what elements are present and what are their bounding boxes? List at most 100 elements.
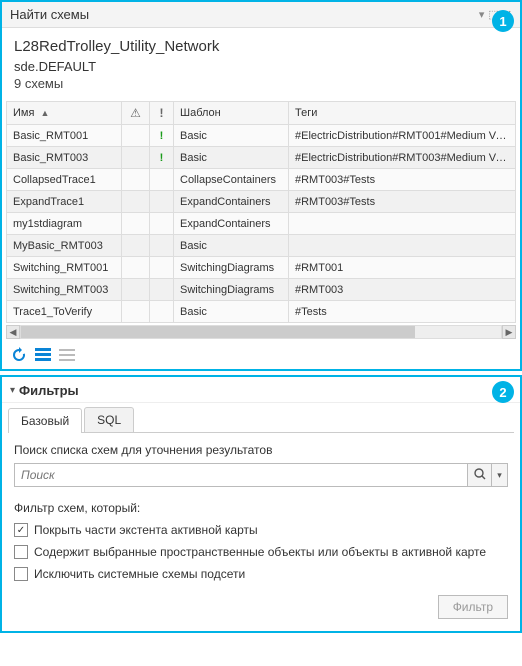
cell-warning bbox=[122, 257, 150, 279]
cell-template: Basic bbox=[174, 125, 289, 147]
checkbox-row-extent[interactable]: ✓ Покрыть части экстента активной карты bbox=[14, 523, 508, 537]
cell-tags: #RMT003#Tests bbox=[289, 169, 516, 191]
cell-name: my1stdiagram bbox=[7, 213, 122, 235]
inconsistent-icon: ! bbox=[160, 130, 164, 142]
checkbox-selected-label: Содержит выбранные пространственные объе… bbox=[34, 545, 486, 559]
chevron-down-icon: ▾ bbox=[497, 470, 502, 481]
table-row[interactable]: Basic_RMT003!Basic#ElectricDistribution#… bbox=[7, 147, 516, 169]
cell-warning bbox=[122, 169, 150, 191]
cell-tags: #ElectricDistribution#RMT001#Medium Volt… bbox=[289, 125, 516, 147]
col-header-consistency[interactable]: ! bbox=[150, 102, 174, 125]
cell-name: ExpandTrace1 bbox=[7, 191, 122, 213]
cell-template: SwitchingDiagrams bbox=[174, 257, 289, 279]
inconsistent-icon: ! bbox=[160, 152, 164, 164]
filter-button-row: Фильтр bbox=[14, 589, 508, 619]
find-diagrams-panel: 1 Найти схемы ▾ ⬚ ✕ L28RedTrolley_Utilit… bbox=[0, 0, 522, 371]
cell-warning bbox=[122, 301, 150, 323]
cell-tags bbox=[289, 213, 516, 235]
header-section: L28RedTrolley_Utility_Network sde.DEFAUL… bbox=[2, 28, 520, 101]
filter-tabs: Базовый SQL bbox=[8, 407, 514, 433]
scroll-track[interactable] bbox=[20, 325, 502, 339]
cell-name: Switching_RMT003 bbox=[7, 279, 122, 301]
col-header-name[interactable]: Имя ▲ bbox=[7, 102, 122, 125]
scroll-thumb[interactable] bbox=[21, 326, 415, 338]
search-button[interactable] bbox=[468, 463, 492, 487]
view-list-button[interactable] bbox=[58, 347, 76, 363]
checkbox-row-selected[interactable]: Содержит выбранные пространственные объе… bbox=[14, 545, 508, 559]
table-row[interactable]: Basic_RMT001!Basic#ElectricDistribution#… bbox=[7, 125, 516, 147]
search-icon bbox=[474, 468, 486, 483]
col-header-template[interactable]: Шаблон bbox=[174, 102, 289, 125]
scroll-left-arrow[interactable]: ◀ bbox=[6, 325, 20, 339]
titlebar: Найти схемы ▾ ⬚ ✕ bbox=[2, 2, 520, 28]
cell-tags bbox=[289, 235, 516, 257]
diagram-table-wrap: Имя ▲ ⚠ ! Шаблон Теги bbox=[2, 101, 520, 323]
diagram-table: Имя ▲ ⚠ ! Шаблон Теги bbox=[6, 101, 516, 323]
checkbox-extent-label: Покрыть части экстента активной карты bbox=[34, 523, 258, 537]
table-row[interactable]: my1stdiagram ExpandContainers bbox=[7, 213, 516, 235]
checkbox-exclude-label: Исключить системные схемы подсети bbox=[34, 567, 245, 581]
view-details-button[interactable] bbox=[34, 347, 52, 363]
search-dropdown-button[interactable]: ▾ bbox=[492, 463, 508, 487]
tab-basic[interactable]: Базовый bbox=[8, 408, 82, 433]
cell-tags: #RMT003 bbox=[289, 279, 516, 301]
filter-body: Поиск списка схем для уточнения результа… bbox=[2, 433, 520, 631]
callout-badge-1: 1 bbox=[492, 10, 514, 32]
cell-template: SwitchingDiagrams bbox=[174, 279, 289, 301]
sort-asc-icon: ▲ bbox=[41, 108, 50, 118]
col-header-warning[interactable]: ⚠ bbox=[122, 102, 150, 125]
version-name: sde.DEFAULT bbox=[14, 59, 508, 74]
cell-warning bbox=[122, 235, 150, 257]
cell-consistency: ! bbox=[150, 147, 174, 169]
cell-name: Basic_RMT003 bbox=[7, 147, 122, 169]
col-header-template-label: Шаблон bbox=[180, 107, 221, 119]
cell-tags: #Tests bbox=[289, 301, 516, 323]
table-row[interactable]: Trace1_ToVerifyBasic#Tests bbox=[7, 301, 516, 323]
cell-consistency bbox=[150, 301, 174, 323]
filters-title: Фильтры bbox=[19, 383, 79, 398]
checkbox-selected[interactable] bbox=[14, 545, 28, 559]
cell-name: Switching_RMT001 bbox=[7, 257, 122, 279]
warning-icon: ⚠ bbox=[130, 106, 141, 120]
diagram-count: 9 схемы bbox=[14, 76, 508, 91]
filters-panel: 2 ▾ Фильтры Базовый SQL Поиск списка схе… bbox=[0, 375, 522, 633]
col-header-tags-label: Теги bbox=[295, 107, 317, 119]
callout-badge-2: 2 bbox=[492, 381, 514, 403]
titlebar-title: Найти схемы bbox=[10, 7, 89, 22]
cell-warning bbox=[122, 279, 150, 301]
apply-filter-button[interactable]: Фильтр bbox=[438, 595, 508, 619]
cell-warning bbox=[122, 147, 150, 169]
cell-template: Basic bbox=[174, 301, 289, 323]
table-row[interactable]: Switching_RMT001SwitchingDiagrams#RMT001 bbox=[7, 257, 516, 279]
cell-template: Basic bbox=[174, 235, 289, 257]
checkbox-extent[interactable]: ✓ bbox=[14, 523, 28, 537]
table-row[interactable]: ExpandTrace1ExpandContainers#RMT003#Test… bbox=[7, 191, 516, 213]
cell-name: MyBasic_RMT003 bbox=[7, 235, 122, 257]
cell-warning bbox=[122, 125, 150, 147]
table-row[interactable]: MyBasic_RMT003 Basic bbox=[7, 235, 516, 257]
col-header-tags[interactable]: Теги bbox=[289, 102, 516, 125]
cell-consistency: ! bbox=[150, 125, 174, 147]
cell-name: CollapsedTrace1 bbox=[7, 169, 122, 191]
table-row[interactable]: CollapsedTrace1 CollapseContainers#RMT003… bbox=[7, 169, 516, 191]
cell-consistency bbox=[150, 235, 174, 257]
table-toolbar bbox=[2, 341, 520, 369]
horizontal-scrollbar[interactable]: ◀ ▶ bbox=[6, 325, 516, 339]
checkbox-exclude[interactable] bbox=[14, 567, 28, 581]
dropdown-icon[interactable]: ▾ bbox=[479, 8, 485, 21]
checkbox-row-exclude[interactable]: Исключить системные схемы подсети bbox=[14, 567, 508, 581]
table-row[interactable]: Switching_RMT003 SwitchingDiagrams#RMT003 bbox=[7, 279, 516, 301]
cell-template: ExpandContainers bbox=[174, 213, 289, 235]
cell-tags: #RMT003#Tests bbox=[289, 191, 516, 213]
refresh-button[interactable] bbox=[10, 347, 28, 363]
scroll-right-arrow[interactable]: ▶ bbox=[502, 325, 516, 339]
cell-warning bbox=[122, 191, 150, 213]
search-row: ▾ bbox=[14, 463, 508, 487]
filters-header[interactable]: ▾ Фильтры bbox=[2, 377, 520, 403]
tab-sql[interactable]: SQL bbox=[84, 407, 134, 432]
search-input[interactable] bbox=[14, 463, 468, 487]
cell-tags: #ElectricDistribution#RMT003#Medium Volt… bbox=[289, 147, 516, 169]
cell-template: CollapseContainers bbox=[174, 169, 289, 191]
filter-which-label: Фильтр схем, который: bbox=[14, 501, 508, 515]
chevron-down-icon: ▾ bbox=[10, 385, 15, 396]
